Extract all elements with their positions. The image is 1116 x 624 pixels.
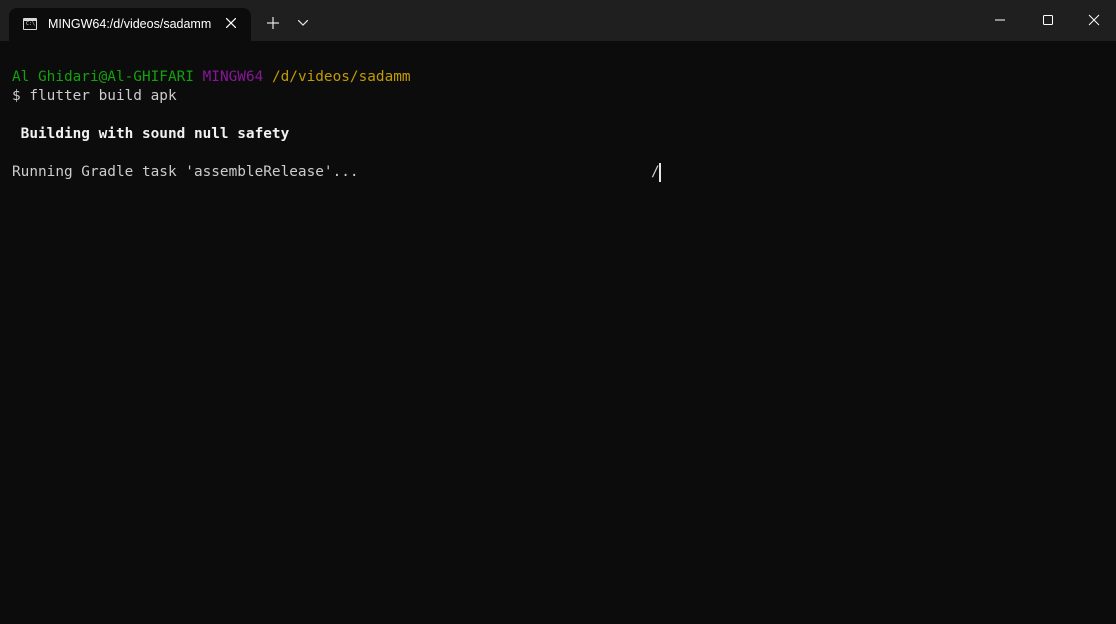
- minimize-icon: [995, 19, 1005, 21]
- tab-dropdown-button[interactable]: [293, 13, 313, 33]
- progress-spinner: /: [651, 163, 665, 182]
- close-icon: [1088, 14, 1100, 26]
- close-button[interactable]: [1071, 0, 1116, 41]
- maximize-icon: [1043, 15, 1053, 25]
- terminal-window: C:\ MINGW64:/d/videos/sadamm Al Ghidari@…: [0, 0, 1116, 624]
- prompt-user-host: Al Ghidari@Al-GHIFARI: [12, 69, 194, 85]
- running-line: Running Gradle task 'assembleRelease'...: [12, 164, 359, 180]
- maximize-button[interactable]: [1025, 0, 1071, 41]
- terminal-output[interactable]: Al Ghidari@Al-GHIFARI MINGW64 /d/videos/…: [0, 41, 1116, 624]
- terminal-icon: C:\: [23, 18, 37, 30]
- building-line: Building with sound null safety: [12, 126, 290, 142]
- text-cursor: [659, 163, 661, 182]
- tab-close-button[interactable]: [222, 15, 240, 33]
- minimize-button[interactable]: [977, 0, 1023, 41]
- plus-icon: [267, 17, 279, 29]
- command-line: $ flutter build apk: [12, 88, 177, 104]
- tab-mingw64[interactable]: C:\ MINGW64:/d/videos/sadamm: [9, 8, 251, 41]
- tab-title: MINGW64:/d/videos/sadamm: [48, 17, 212, 31]
- title-bar[interactable]: C:\ MINGW64:/d/videos/sadamm: [0, 0, 1116, 41]
- prompt-shell: MINGW64: [202, 69, 264, 85]
- close-icon: [225, 17, 237, 29]
- new-tab-button[interactable]: [262, 12, 284, 34]
- prompt-line: Al Ghidari@Al-GHIFARI MINGW64 /d/videos/…: [12, 68, 411, 87]
- prompt-path: /d/videos/sadamm: [271, 69, 411, 85]
- chevron-down-icon: [297, 19, 309, 26]
